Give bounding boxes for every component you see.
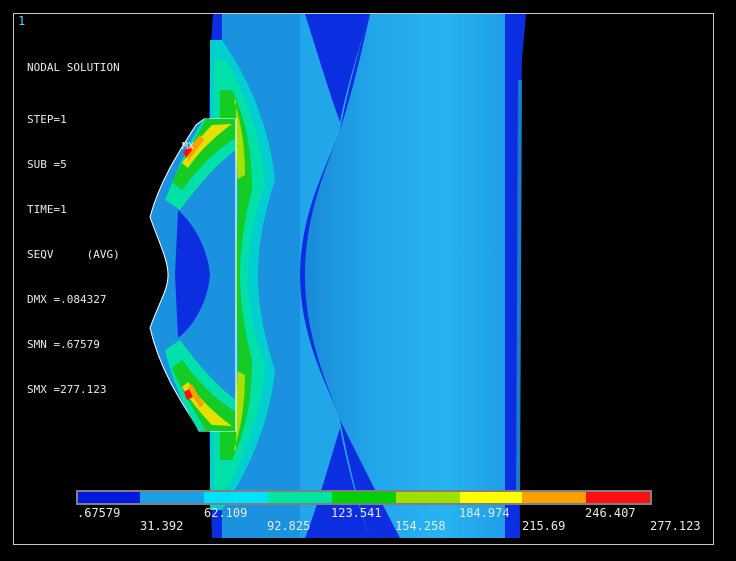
legend-label-top: 123.541 bbox=[331, 506, 382, 520]
legend-label-bottom: 277.123 bbox=[650, 519, 701, 533]
info-line: SMX =277.123 bbox=[27, 383, 107, 396]
info-line: SEQV (AVG) bbox=[27, 248, 120, 261]
info-line: DMX =.084327 bbox=[27, 293, 107, 306]
solution-title: NODAL SOLUTION bbox=[27, 61, 120, 74]
info-line: STEP=1 bbox=[27, 113, 67, 126]
legend-label-bottom: 215.69 bbox=[522, 519, 566, 533]
legend-label-top: 246.407 bbox=[585, 506, 636, 520]
info-line: TIME=1 bbox=[27, 203, 67, 216]
info-line: SUB =5 bbox=[27, 158, 67, 171]
legend-label-top: 62.109 bbox=[204, 506, 248, 520]
graphics-viewport[interactable]: 1 NODAL SOLUTION STEP=1 SUB =5 TIME=1 SE… bbox=[0, 0, 736, 561]
info-line: SMN =.67579 bbox=[27, 338, 100, 351]
window-number: 1 bbox=[18, 14, 26, 28]
legend-label-bottom: 31.392 bbox=[140, 519, 184, 533]
legend-label-bottom: 154.258 bbox=[395, 519, 446, 533]
legend-label-bottom: 92.825 bbox=[267, 519, 311, 533]
legend-label-top: .67579 bbox=[77, 506, 121, 520]
legend-label-top: 184.974 bbox=[459, 506, 510, 520]
solution-info: NODAL SOLUTION STEP=1 SUB =5 TIME=1 SEQV… bbox=[27, 30, 120, 427]
max-marker: MX bbox=[182, 141, 195, 152]
